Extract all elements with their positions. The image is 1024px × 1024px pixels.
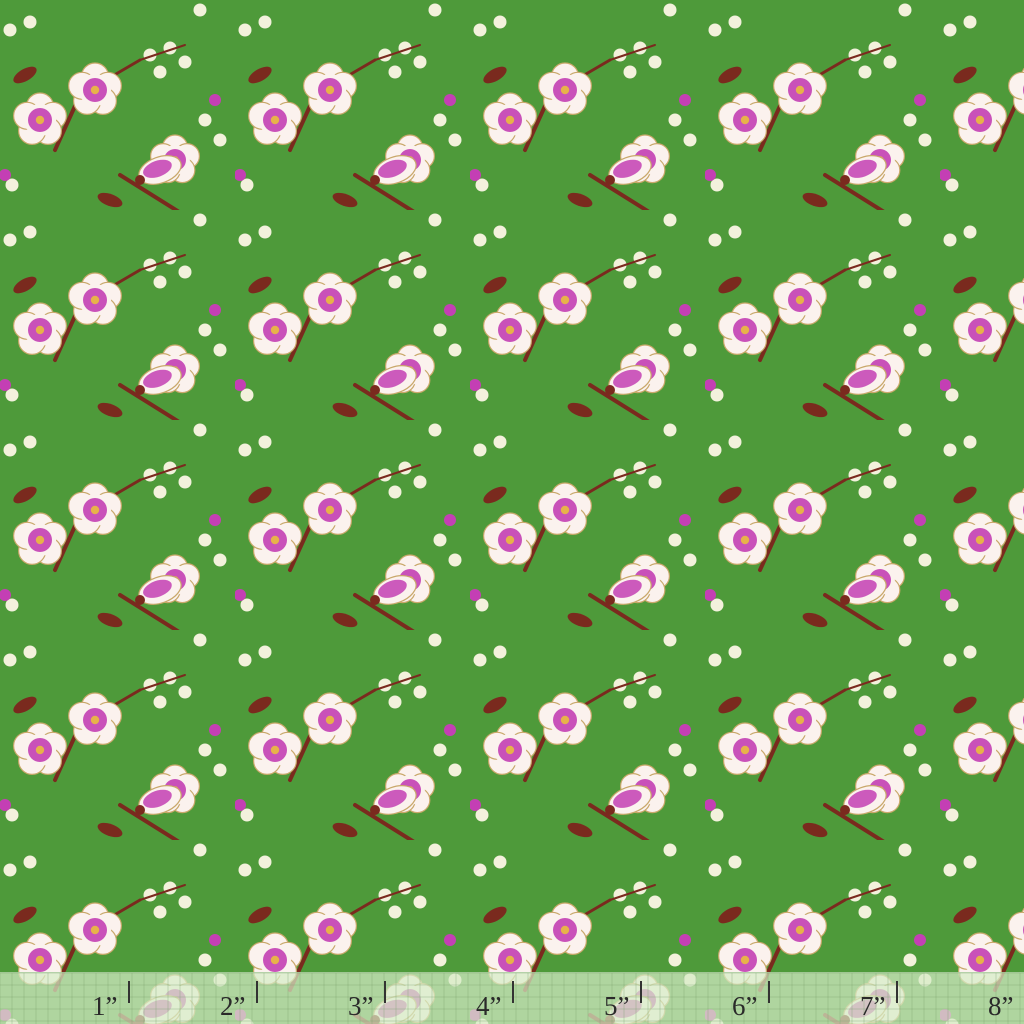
- ruler-label: 2”: [220, 991, 246, 1021]
- ruler-label: 1”: [92, 991, 118, 1021]
- ruler-tick: [768, 981, 770, 1003]
- blossom-motifs: [0, 0, 1024, 1024]
- pattern-fill: [0, 0, 1024, 1024]
- ruler-label: 8”: [988, 991, 1014, 1021]
- inch-ruler: 1” 2” 3” 4” 5” 6” 7” 8”: [0, 972, 1024, 1024]
- ruler-tick: [384, 981, 386, 1003]
- fabric-swatch: 1” 2” 3” 4” 5” 6” 7” 8”: [0, 0, 1024, 1024]
- ruler-label: 3”: [348, 991, 374, 1021]
- ruler-tick: [256, 981, 258, 1003]
- ruler-tick: [640, 981, 642, 1003]
- ruler-label: 7”: [860, 991, 886, 1021]
- ruler-tick: [896, 981, 898, 1003]
- ruler-tick: [512, 981, 514, 1003]
- ruler-label: 4”: [476, 991, 502, 1021]
- floral-pattern: [0, 0, 1024, 1024]
- ruler-tick: [128, 981, 130, 1003]
- ruler-label: 5”: [604, 991, 630, 1021]
- ruler-label: 6”: [732, 991, 758, 1021]
